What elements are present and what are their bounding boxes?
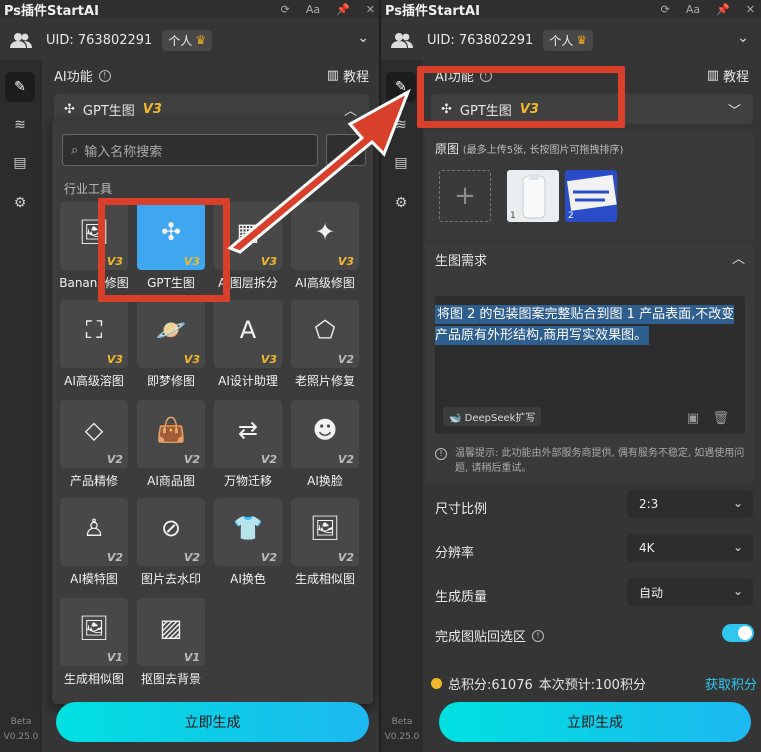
arrow-icon <box>227 88 411 254</box>
arrow-overlay <box>227 88 411 254</box>
app-root: Ps插件StartAI ⟳ Aa 📌 ✕ UID: 763802291 个人 ♛ … <box>0 0 761 752</box>
